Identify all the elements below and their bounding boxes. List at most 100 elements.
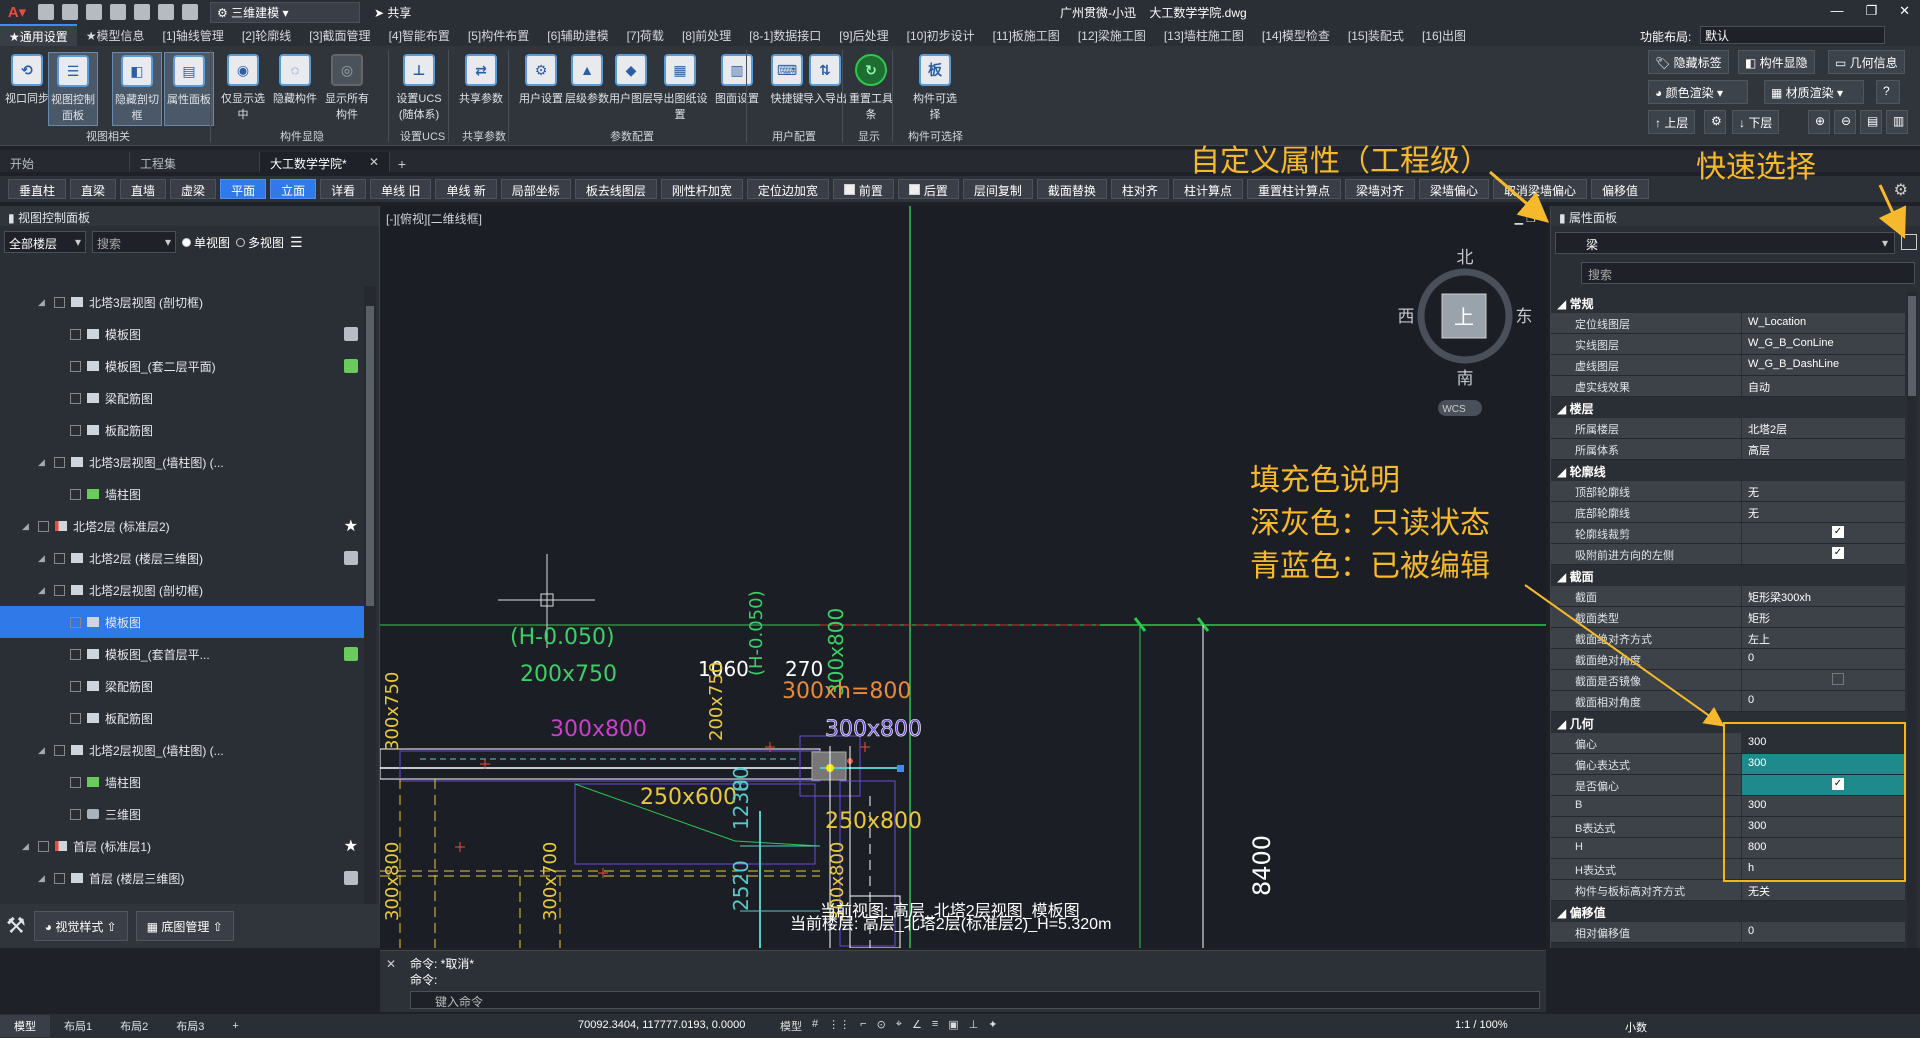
view-thumbnail-icon[interactable] <box>344 551 358 565</box>
tab-ribbon-17[interactable]: [15]装配式 <box>1339 25 1413 46</box>
tree-checkbox[interactable] <box>38 840 49 852</box>
tab-ribbon-5[interactable]: [4]智能布置 <box>380 25 459 46</box>
property-checkbox[interactable]: ✓ <box>1832 526 1844 538</box>
redo-icon[interactable] <box>182 4 198 20</box>
property-value[interactable]: 无关 <box>1741 880 1905 900</box>
property-value[interactable]: 矩形 <box>1741 607 1905 627</box>
command-button-6[interactable]: 详看 <box>320 179 367 199</box>
property-value[interactable]: 北塔2层 <box>1741 418 1905 438</box>
open-file-icon[interactable] <box>62 4 78 20</box>
tree-row[interactable]: ◢ 北塔3层视图_(墙柱图) (... <box>0 446 364 478</box>
command-button-22[interactable]: 取消梁墙偏心 <box>1493 179 1588 199</box>
property-checkbox[interactable]: ✓ <box>1832 547 1844 559</box>
ribbon-button-9[interactable]: ⚙ 用户设置 <box>516 52 566 126</box>
property-row[interactable]: 虚线图层 W_G_B_DashLine <box>1551 355 1905 376</box>
tab-current-drawing[interactable]: 大工数学学院* ✕ <box>260 152 390 172</box>
ribbon-button-16[interactable]: ↻ 重置工具条 <box>846 52 896 126</box>
compass-north[interactable]: 北 <box>1457 248 1474 267</box>
tab-ribbon-18[interactable]: [16]出图 <box>1413 25 1475 46</box>
single-view-radio[interactable]: 单视图 <box>182 234 230 251</box>
selection-cycle-icon[interactable]: ▣ <box>948 1018 958 1034</box>
tree-scroll-thumb[interactable] <box>366 306 374 606</box>
view-cube-compass[interactable]: 上 北 南 东 西 WCS <box>1398 248 1533 416</box>
property-row[interactable]: 吸附前进方向的左侧 ✓ <box>1551 544 1905 565</box>
command-button-11[interactable]: 刚性杆加宽 <box>660 179 743 199</box>
quick-select-icon[interactable] <box>1901 234 1917 250</box>
tab-model[interactable]: 模型 <box>0 1015 50 1037</box>
ribbon-button-2[interactable]: ◧ 隐藏剖切框 <box>112 52 162 126</box>
cmdline-close-icon[interactable]: ✕ <box>386 957 396 971</box>
tab-ribbon-7[interactable]: [6]辅助建模 <box>538 25 617 46</box>
star-icon[interactable]: ★ <box>344 516 358 536</box>
tab-ribbon-4[interactable]: [3]截面管理 <box>300 25 379 46</box>
save-as-icon[interactable] <box>110 4 126 20</box>
command-button-2[interactable]: 直墙 <box>120 179 167 199</box>
tree-expand-icon[interactable]: ◢ <box>38 297 48 308</box>
tree-checkbox[interactable] <box>70 680 81 692</box>
tree-expand-icon[interactable]: ◢ <box>38 585 48 596</box>
tab-ribbon-13[interactable]: [11]板施工图 <box>984 25 1069 46</box>
tab-ribbon-3[interactable]: [2]轮廓线 <box>233 25 300 46</box>
tree-row[interactable]: 模板图_(套二层平面) <box>0 350 364 382</box>
save-icon[interactable] <box>86 4 102 20</box>
tree-expand-icon[interactable]: ◢ <box>38 553 48 564</box>
new-file-icon[interactable] <box>38 4 54 20</box>
property-row[interactable]: 所属楼层 北塔2层 <box>1551 418 1905 439</box>
property-row[interactable]: 相对偏移值 0 <box>1551 922 1905 943</box>
ribbon-button-17[interactable]: 板构件可选择 <box>910 52 960 126</box>
command-button-7[interactable]: 单线 旧 <box>370 179 432 199</box>
tree-scrollbar[interactable] <box>364 286 376 946</box>
minimize-icon[interactable]: — <box>1830 3 1843 19</box>
command-button-13[interactable]: 前置 <box>832 179 894 199</box>
print-icon[interactable] <box>134 4 150 20</box>
view-thumbnail-icon[interactable] <box>344 647 358 661</box>
property-row[interactable]: 所属体系 高层 <box>1551 439 1905 460</box>
property-value[interactable]: 0 <box>1741 649 1905 669</box>
command-button-23[interactable]: 偏移值 <box>1591 179 1650 199</box>
tab-ribbon-0[interactable]: ★通用设置 <box>0 23 77 47</box>
ribbon-button-1[interactable]: ☰ 视图控制面板 <box>48 52 98 126</box>
tree-checkbox[interactable] <box>70 712 81 724</box>
command-button-3[interactable]: 虚梁 <box>170 179 217 199</box>
tree-checkbox[interactable] <box>70 328 81 340</box>
lower-level-button[interactable]: ↓ 下层 <box>1732 110 1780 134</box>
view-search-input[interactable]: 搜索 <box>92 231 176 253</box>
property-row[interactable]: 虚实线效果 自动 <box>1551 376 1905 397</box>
property-value[interactable]: 矩形梁300xh <box>1741 586 1905 606</box>
add-layout-icon[interactable]: + <box>218 1017 252 1035</box>
tab-close-icon[interactable]: ✕ <box>369 155 379 169</box>
property-value[interactable]: 0 <box>1741 691 1905 711</box>
tree-checkbox[interactable] <box>70 392 81 404</box>
command-button-0[interactable]: 垂直柱 <box>8 179 67 199</box>
multi-view-radio[interactable]: 多视图 <box>236 234 284 251</box>
view-thumbnail-icon[interactable] <box>344 871 358 885</box>
ribbon-button-5[interactable]: ◌ 隐藏构件 <box>270 52 320 126</box>
property-group-header[interactable]: ◢ 轮廓线 <box>1551 460 1905 481</box>
share-button[interactable]: ➤ 共享 <box>374 4 411 21</box>
property-group-header[interactable]: ◢ 常规 <box>1551 292 1905 313</box>
menu-icon[interactable]: ☰ <box>290 234 303 251</box>
floor-filter-select[interactable]: 全部楼层 <box>4 231 86 253</box>
tree-row[interactable]: 模板图 <box>0 318 364 350</box>
command-button-14[interactable]: 后置 <box>897 179 959 199</box>
property-row[interactable]: 截面相对角度 0 <box>1551 691 1905 712</box>
property-value[interactable] <box>1741 670 1905 690</box>
tree-row[interactable]: ◢ 北塔3层视图 (剖切框) <box>0 286 364 318</box>
tree-row[interactable]: 板配筋图 <box>0 702 364 734</box>
hide-tags-button[interactable]: 🏷 隐藏标签 <box>1648 50 1729 74</box>
tree-row[interactable]: ◢ 首层 (标准层1) ★ <box>0 830 364 862</box>
tab-project-set[interactable]: 工程集 <box>130 152 260 172</box>
tab-ribbon-12[interactable]: [10]初步设计 <box>898 25 984 46</box>
scale-readout[interactable]: 1:1 / 100% <box>1455 1019 1508 1031</box>
layers-icon[interactable]: ▤ <box>1860 110 1882 134</box>
tree-row[interactable]: 板配筋图 <box>0 414 364 446</box>
tree-checkbox[interactable] <box>38 520 49 532</box>
tree-row[interactable]: 墙柱图 <box>0 478 364 510</box>
view-thumbnail-icon[interactable] <box>344 327 358 341</box>
tab-layout-3[interactable]: 布局3 <box>162 1015 218 1037</box>
visual-style-button[interactable]: ◕ 视觉样式 ⇧ <box>33 911 128 941</box>
ortho-icon[interactable]: ⌐ <box>860 1018 866 1034</box>
property-search-input[interactable]: 搜索 <box>1581 262 1915 284</box>
tab-ribbon-1[interactable]: ★模型信息 <box>77 25 154 46</box>
compass-south[interactable]: 南 <box>1457 369 1474 388</box>
